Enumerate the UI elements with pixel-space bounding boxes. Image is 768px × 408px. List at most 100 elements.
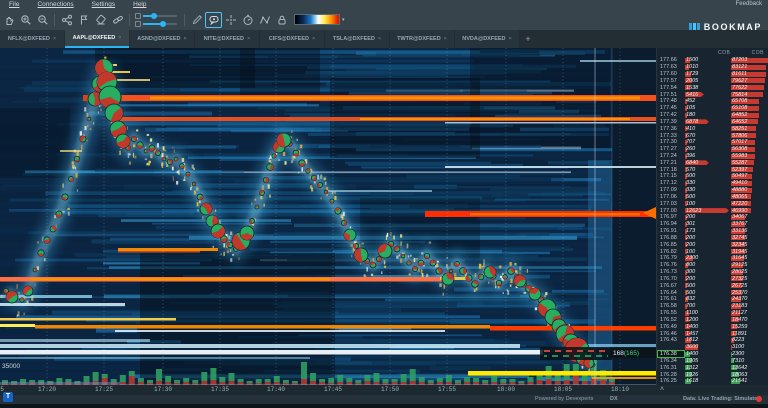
cumulative-cell: 28025 <box>732 269 747 275</box>
ladder-row[interactable]: 176.8210031945 <box>657 248 768 255</box>
ladder-row[interactable]: 177.4510565108 <box>657 105 768 112</box>
ladder-row[interactable]: 176.9720034067 <box>657 214 768 221</box>
link-icon[interactable] <box>109 12 126 28</box>
ladder-row[interactable]: 177.3367057806 <box>657 132 768 139</box>
tab-label: NVDA@DXFEED <box>462 36 505 42</box>
ladder-row[interactable]: 177.0933048880 <box>657 187 768 194</box>
zoom-sliders[interactable] <box>135 12 179 28</box>
t-widget-badge[interactable]: T <box>3 392 13 402</box>
ladder-row[interactable]: 176.46145711891 <box>657 330 768 337</box>
ladder-row[interactable]: 177.39687864652 <box>657 118 768 125</box>
tab-close-icon[interactable]: × <box>53 36 56 42</box>
tab-asnd[interactable]: ASND@DXFEED× <box>130 30 194 48</box>
ladder-row[interactable]: 176.6183224370 <box>657 296 768 303</box>
ladder-row[interactable]: 176.7330028025 <box>657 269 768 276</box>
menu-help[interactable]: Help <box>133 0 146 9</box>
tab-close-icon[interactable]: × <box>509 36 512 42</box>
ladder-row[interactable]: 177.54153877622 <box>657 84 768 91</box>
ladder-row[interactable]: 176.9430133767 <box>657 221 768 228</box>
ladder-row[interactable]: 177.4218064852 <box>657 112 768 119</box>
ladder-row[interactable]: 177.21684055287 <box>657 159 768 166</box>
ladder-row[interactable]: 176.28192618063 <box>657 371 768 378</box>
ladder-row[interactable]: 176.7020027325 <box>657 276 768 283</box>
menu-settings[interactable]: Settings <box>92 0 116 9</box>
ladder-row[interactable]: 176.31131213642 <box>657 364 768 371</box>
stamp-icon[interactable] <box>92 12 109 28</box>
tab-close-icon[interactable]: × <box>312 36 315 42</box>
cumulative-cell: 8223 <box>732 337 744 343</box>
palette-caret-icon[interactable]: ▾ <box>342 17 345 23</box>
ladder-row[interactable]: 176.7680029125 <box>657 262 768 269</box>
tab-close-icon[interactable]: × <box>378 36 381 42</box>
flag-icon[interactable] <box>75 12 92 28</box>
ladder-row[interactable]: 177.60172981611 <box>657 71 768 78</box>
slider-bottom[interactable] <box>143 23 177 25</box>
add-tab-button[interactable]: + <box>520 30 536 48</box>
tab-nflx[interactable]: NFLX@DXFEED× <box>0 30 64 48</box>
heatmap-chart[interactable]: 168(165)35000 <box>0 48 656 385</box>
slider-top[interactable] <box>143 15 177 17</box>
ladder-row[interactable]: 177.0310047220 <box>657 200 768 207</box>
pulse-icon[interactable] <box>256 12 273 28</box>
ladder-row[interactable]: 177.1857052397 <box>657 166 768 173</box>
tab-close-icon[interactable]: × <box>444 36 447 42</box>
menu-file[interactable]: File <box>9 0 19 9</box>
ladder-row-last-price[interactable]: 176.3814002300 <box>657 351 768 358</box>
ladder-row[interactable]: 176.49140015259 <box>657 323 768 330</box>
zoom-in-icon[interactable] <box>17 12 34 28</box>
tab-nite[interactable]: NITE@DXFEED× <box>195 30 259 48</box>
feedback-link[interactable]: Feedback <box>736 1 762 7</box>
time-axis[interactable]: 517:2017:2517:3017:3517:4017:4517:5017:5… <box>0 385 768 395</box>
ladder-row[interactable]: 176.4318128223 <box>657 337 768 344</box>
pencil-icon[interactable] <box>188 12 205 28</box>
ladder-row[interactable]: 177.3070757017 <box>657 139 768 146</box>
ladder-collapse-icon[interactable]: ˄ <box>660 385 664 394</box>
tab-nvda[interactable]: NVDA@DXFEED × <box>455 30 519 48</box>
ladder-row[interactable]: 177.0650048065 <box>657 194 768 201</box>
ladder-row[interactable]: 176.79230031645 <box>657 255 768 262</box>
ladder-row[interactable]: 177.66150087203 <box>657 57 768 64</box>
ladder-row[interactable]: 176.6750026725 <box>657 282 768 289</box>
ladder-row[interactable]: 176.8520032345 <box>657 241 768 248</box>
lock-icon[interactable] <box>273 12 290 28</box>
ladder-row[interactable]: 177.001262346990 <box>657 207 768 214</box>
chat-bubble-icon[interactable] <box>205 12 222 28</box>
chart-and-dom-area: 168(165)35000 COB COB 177.66150087203177… <box>0 48 768 385</box>
cumulative-cell: 77622 <box>732 85 747 91</box>
tab-close-icon[interactable]: × <box>118 35 121 41</box>
tab-close-icon[interactable]: × <box>247 36 250 42</box>
tab-twtr[interactable]: TWTR@DXFEED× <box>390 30 454 48</box>
ladder-row[interactable]: 176.8820032745 <box>657 235 768 242</box>
ladder-row[interactable]: 176.5870023183 <box>657 303 768 310</box>
ladder-row[interactable]: 176.6450025370 <box>657 289 768 296</box>
tab-tsla[interactable]: TSLA@DXFEED× <box>325 30 389 48</box>
cumulative-cell: 65108 <box>732 105 747 111</box>
timer-icon[interactable] <box>239 12 256 28</box>
hand-icon[interactable] <box>0 12 17 28</box>
ladder-row[interactable]: 177.57200579627 <box>657 77 768 84</box>
share-icon[interactable] <box>58 12 75 28</box>
dom-ladder[interactable]: COB COB 177.66150087203177.6310108312117… <box>656 48 768 385</box>
heatmap-gradient-bar[interactable] <box>294 14 340 25</box>
ladder-row[interactable]: 177.4845265708 <box>657 98 768 105</box>
size-cell: 200 <box>686 276 695 282</box>
ladder-row[interactable]: 176.52120018470 <box>657 316 768 323</box>
tab-cifs[interactable]: CIFS@DXFEED× <box>260 30 324 48</box>
ladder-row[interactable]: 177.51541675814 <box>657 91 768 98</box>
zoom-out-icon[interactable] <box>34 12 51 28</box>
ladder-row[interactable]: 176.55110021127 <box>657 310 768 317</box>
ladder-row[interactable]: 177.63101083121 <box>657 64 768 71</box>
menu-connections[interactable]: Connections <box>37 0 73 9</box>
ladder-row[interactable]: 177.1550050497 <box>657 173 768 180</box>
ladder-row[interactable]: 177.2726056308 <box>657 146 768 153</box>
tab-aapl[interactable]: AAPL@DXFEED× <box>65 30 129 48</box>
heatmap-palette[interactable]: ▾ <box>294 14 345 25</box>
ladder-row[interactable]: 177.1233049410 <box>657 180 768 187</box>
ladder-row[interactable]: 177.2439655983 <box>657 153 768 160</box>
tab-close-icon[interactable]: × <box>184 36 187 42</box>
ladder-row[interactable]: 176.9117333136 <box>657 228 768 235</box>
crosshair-icon[interactable] <box>222 12 239 28</box>
ladder-row[interactable]: 176.25161821541 <box>657 378 768 385</box>
ladder-row[interactable]: 176.3419057310 <box>657 357 768 364</box>
ladder-row[interactable]: 177.3641058251 <box>657 125 768 132</box>
